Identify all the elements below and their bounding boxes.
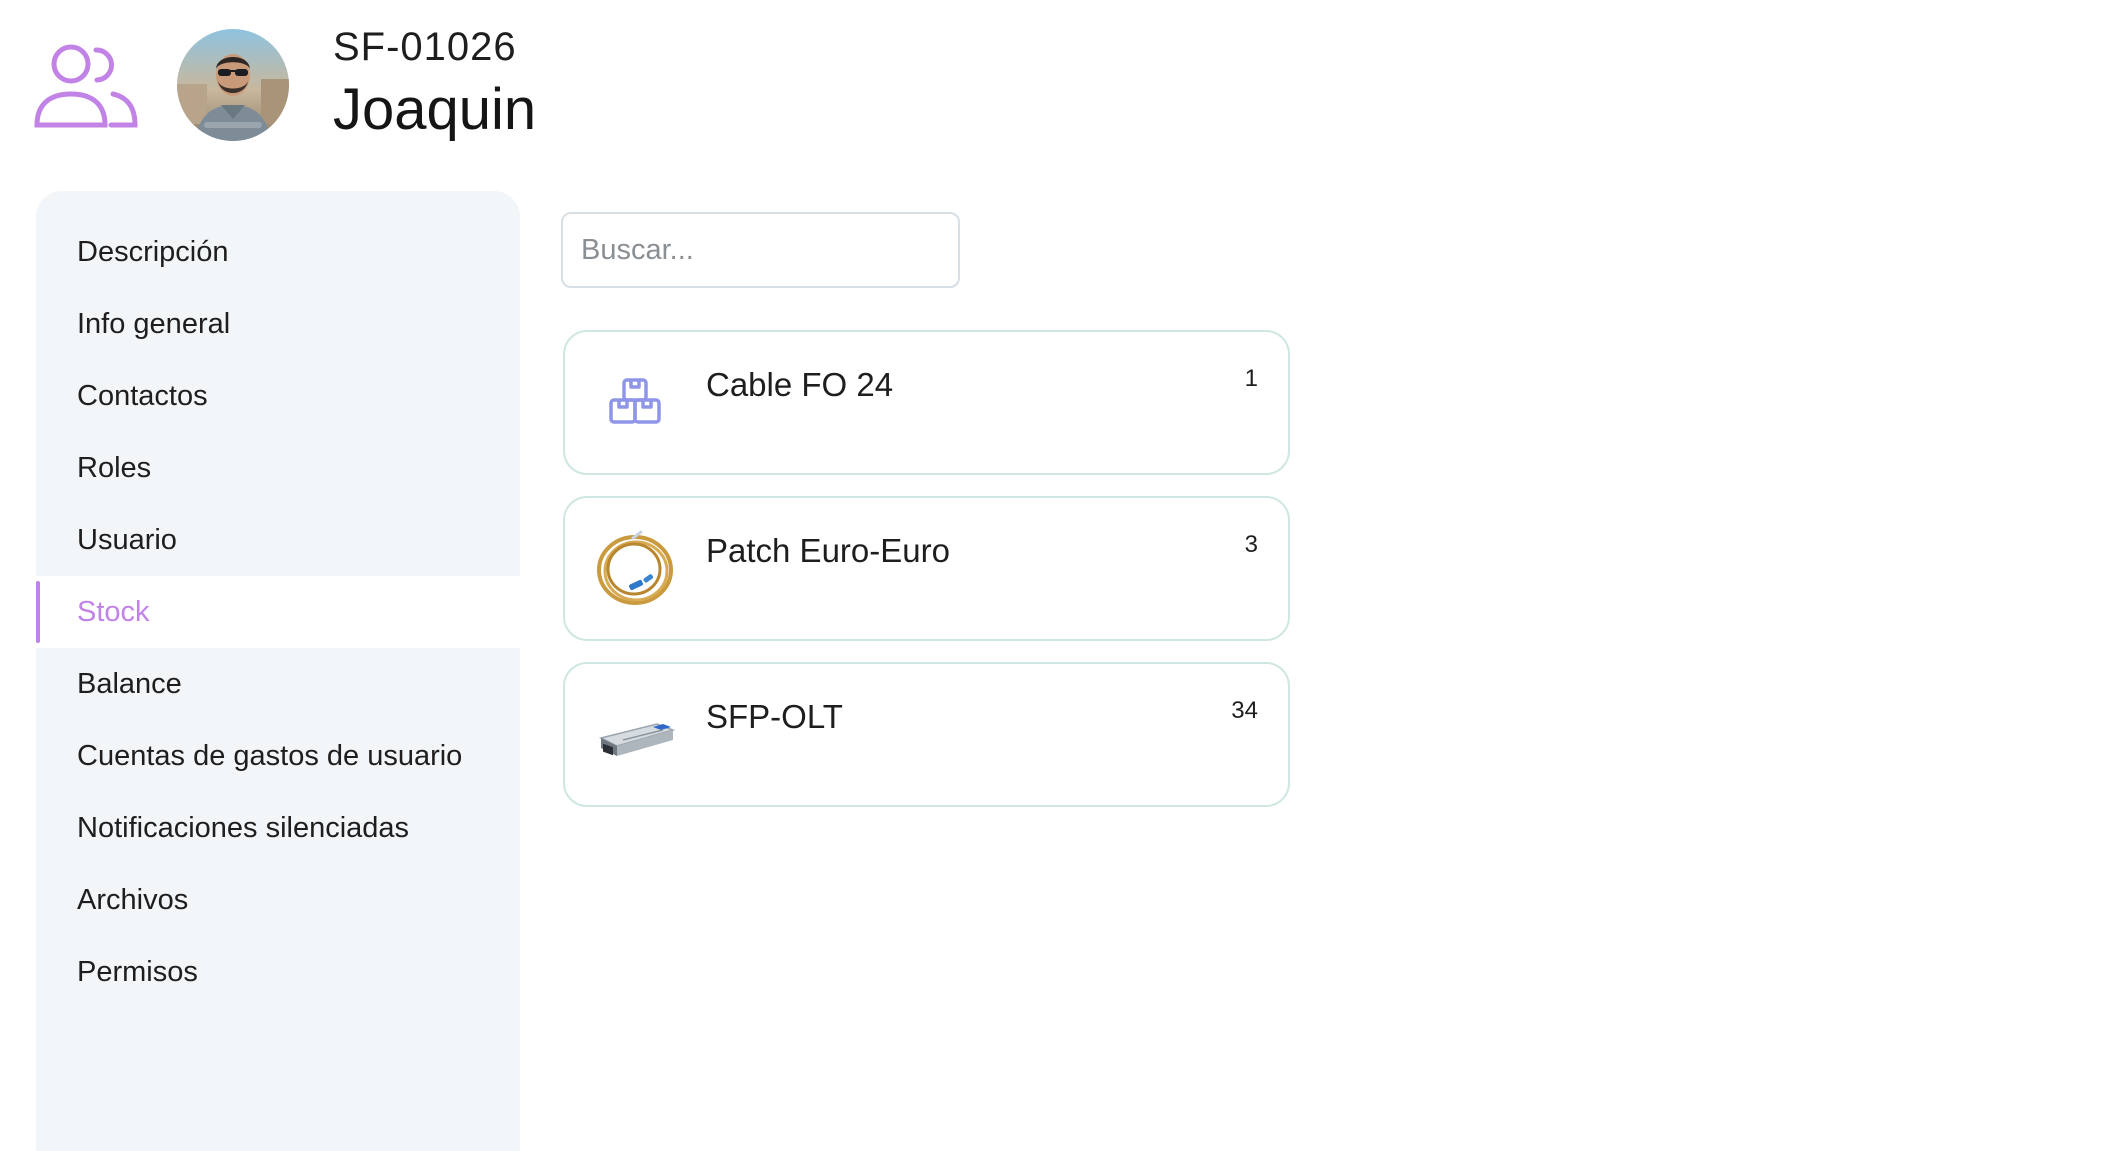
sidebar-item-cuentas-de-gastos[interactable]: Cuentas de gastos de usuario [36,720,520,792]
sidebar-item-usuario[interactable]: Usuario [36,504,520,576]
patch-cable-image [593,528,677,612]
sidebar-item-notificaciones-silenciadas[interactable]: Notificaciones silenciadas [36,792,520,864]
sidebar-item-stock[interactable]: Stock [36,576,520,648]
sidebar-item-balance[interactable]: Balance [36,648,520,720]
profile-name: Joaquin [333,77,537,142]
stock-item-card[interactable]: SFP-OLT 34 [563,662,1290,807]
search-input[interactable] [561,212,960,288]
stock-item-card[interactable]: Cable FO 24 1 [563,330,1290,475]
stock-item-card[interactable]: Patch Euro-Euro 3 [563,496,1290,641]
stock-item-name: SFP-OLT [706,698,843,735]
users-icon [34,44,138,128]
stock-item-quantity: 34 [1231,697,1258,724]
sidebar-nav: Descripción Info general Contactos Roles… [36,191,520,1151]
stock-item-name: Cable FO 24 [706,366,894,403]
boxes-icon [593,362,677,446]
sidebar-item-contactos[interactable]: Contactos [36,360,520,432]
stock-item-quantity: 3 [1244,531,1258,558]
sidebar-item-permisos[interactable]: Permisos [36,936,520,1008]
sidebar-item-roles[interactable]: Roles [36,432,520,504]
stock-item-name: Patch Euro-Euro [706,532,950,569]
stock-item-quantity: 1 [1244,365,1258,392]
sidebar-item-descripcion[interactable]: Descripción [36,216,520,288]
sidebar-item-archivos[interactable]: Archivos [36,864,520,936]
sfp-module-image [593,694,677,778]
sidebar-item-info-general[interactable]: Info general [36,288,520,360]
profile-header: SF-01026 Joaquin [0,0,2121,160]
profile-code: SF-01026 [333,25,517,69]
avatar [177,29,289,141]
